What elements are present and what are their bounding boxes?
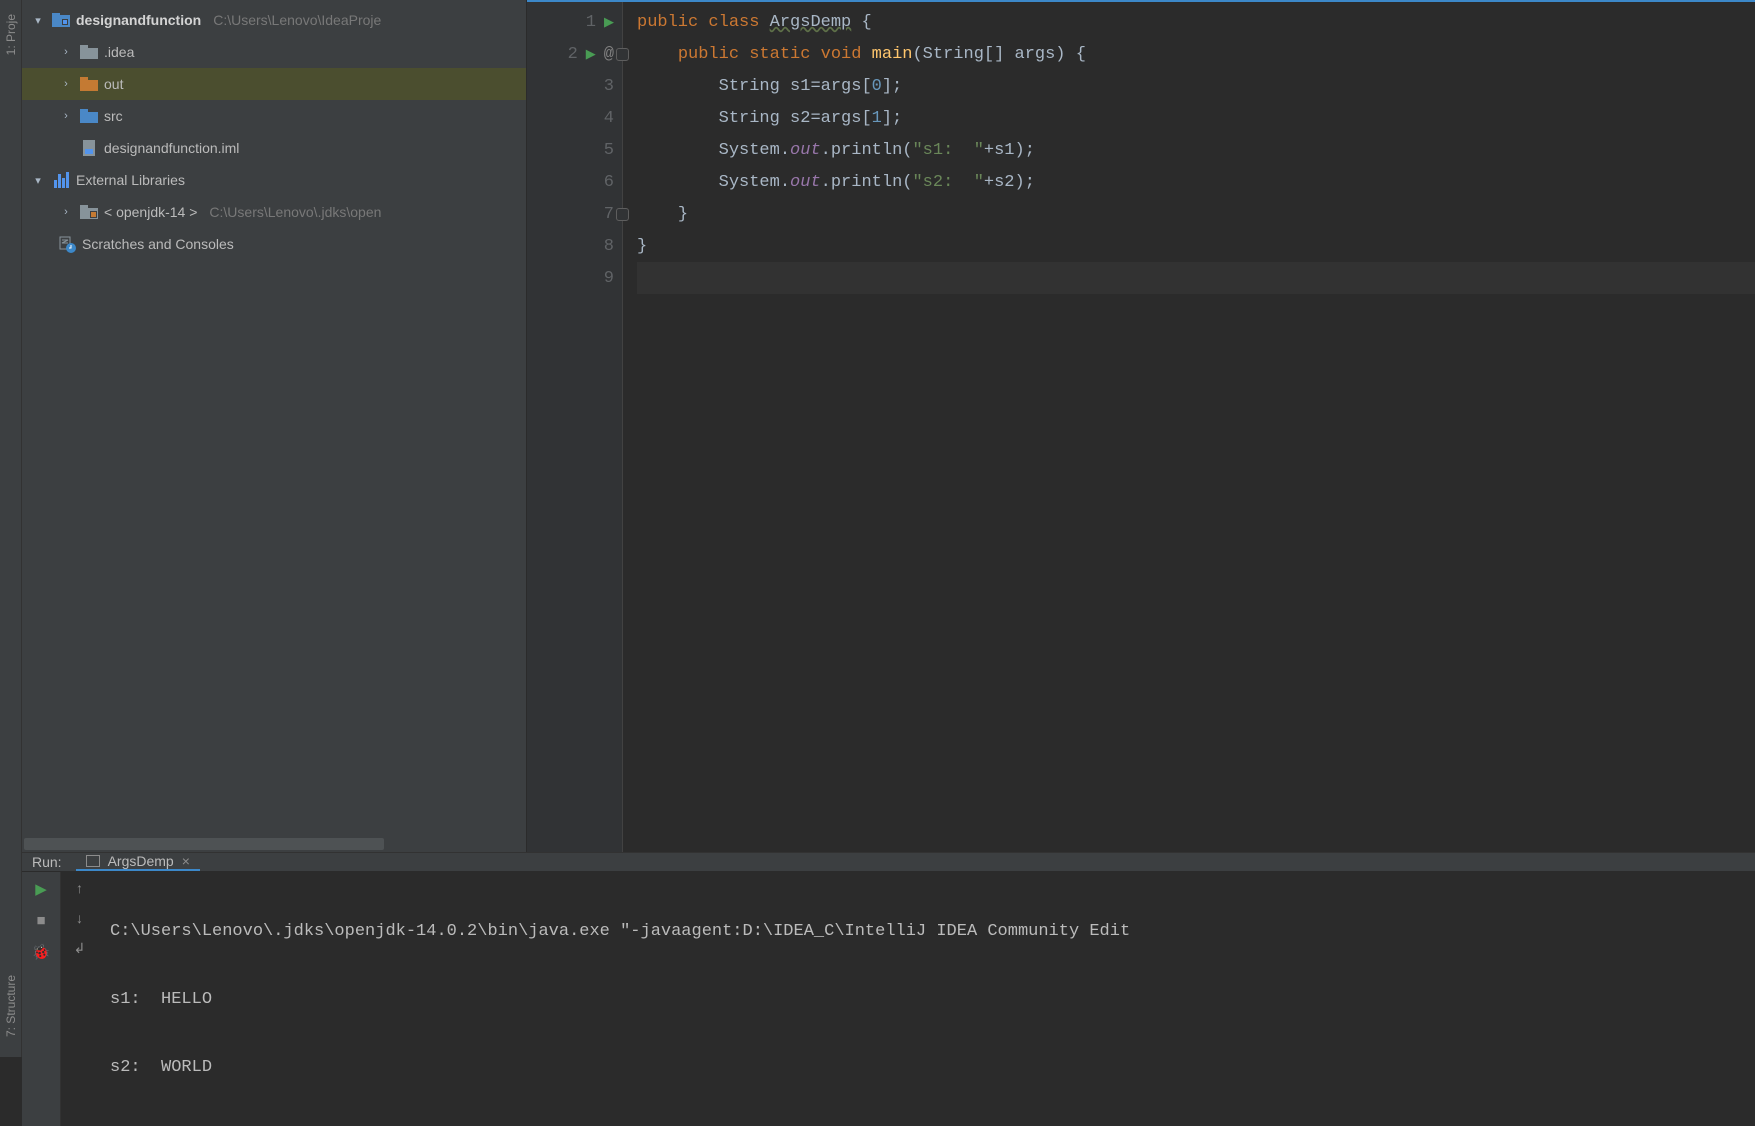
line-number: 7 (594, 205, 614, 224)
tree-jdk-path: C:\Users\Lenovo\.jdks\open (209, 204, 381, 220)
libraries-icon (52, 171, 70, 189)
chevron-down-icon[interactable]: ▾ (30, 174, 46, 187)
run-label: Run: (32, 854, 62, 870)
chevron-right-icon[interactable]: › (58, 206, 74, 218)
tree-jdk[interactable]: › < openjdk-14 > C:\Users\Lenovo\.jdks\o… (22, 196, 526, 228)
run-tab[interactable]: ArgsDemp × (76, 853, 200, 871)
run-header: Run: ArgsDemp × (22, 853, 1755, 872)
tree-item-idea[interactable]: › .idea (22, 36, 526, 68)
run-toolbar: ▶ ■ 🐞 (22, 872, 60, 1126)
chevron-right-icon[interactable]: › (58, 78, 74, 90)
module-folder-icon (52, 11, 70, 29)
current-line[interactable] (637, 262, 1755, 294)
down-stacktrace-icon[interactable]: ↓ (76, 910, 83, 926)
tree-item-iml[interactable]: designandfunction.iml (22, 132, 526, 164)
override-icon[interactable]: @ (604, 45, 614, 64)
editor-gutter[interactable]: 1 ▶ 2 ▶ @ 3 4 5 6 7 8 9 (527, 2, 623, 852)
fold-handle-icon[interactable] (616, 48, 629, 61)
run-config-icon (86, 855, 100, 867)
structure-tool-label[interactable]: 7: Structure (4, 975, 18, 1037)
run-gutter-icon[interactable]: ▶ (586, 47, 596, 62)
tree-jdk-label: < openjdk-14 > (104, 204, 197, 220)
chevron-right-icon[interactable]: › (58, 46, 74, 58)
iml-file-icon (80, 139, 98, 157)
run-tab-name: ArgsDemp (108, 853, 174, 869)
tree-item-out[interactable]: › out (22, 68, 526, 100)
folder-icon (80, 43, 98, 61)
line-number: 9 (594, 269, 614, 288)
console-line: C:\Users\Lenovo\.jdks\openjdk-14.0.2\bin… (110, 916, 1743, 946)
class-name: ArgsDemp (770, 13, 852, 32)
rerun-button[interactable]: ▶ (35, 880, 47, 898)
jdk-folder-icon (80, 203, 98, 221)
tree-item-label: designandfunction.iml (104, 140, 239, 156)
close-tab-icon[interactable]: × (182, 853, 190, 869)
debug-button[interactable]: 🐞 (32, 943, 51, 961)
code-area[interactable]: public class ArgsDemp { public static vo… (623, 2, 1755, 852)
tree-item-label: .idea (104, 44, 134, 60)
run-gutter-icon[interactable]: ▶ (604, 15, 614, 30)
code-editor[interactable]: 1 ▶ 2 ▶ @ 3 4 5 6 7 8 9 public class ArgsDe… (527, 0, 1755, 852)
chevron-right-icon[interactable]: › (58, 110, 74, 122)
folder-icon (80, 107, 98, 125)
tree-scratches[interactable]: Scratches and Consoles (22, 228, 526, 260)
line-number: 1 (576, 13, 596, 32)
horizontal-scrollbar[interactable] (24, 838, 384, 850)
stop-button[interactable]: ■ (36, 912, 45, 929)
tree-external-libraries[interactable]: ▾ External Libraries (22, 164, 526, 196)
tree-item-label: External Libraries (76, 172, 185, 188)
soft-wrap-icon[interactable]: ↲ (74, 940, 86, 957)
up-stacktrace-icon[interactable]: ↑ (76, 880, 83, 896)
chevron-down-icon[interactable]: ▾ (30, 14, 46, 27)
project-tool-label[interactable]: 1: Proje (4, 14, 18, 55)
line-number: 3 (594, 77, 614, 96)
console-toolbar: ↑ ↓ ↲ (60, 872, 98, 1126)
project-tree-panel[interactable]: ▾ designandfunction C:\Users\Lenovo\Idea… (22, 0, 527, 852)
tree-root[interactable]: ▾ designandfunction C:\Users\Lenovo\Idea… (22, 4, 526, 36)
console-line: s1: HELLO (110, 984, 1743, 1014)
line-number: 8 (594, 237, 614, 256)
folder-icon (80, 75, 98, 93)
left-tool-window-bar[interactable]: 1: Proje 7: Structure (0, 0, 22, 1057)
tree-item-label: Scratches and Consoles (82, 236, 234, 252)
scratches-icon (58, 235, 76, 253)
tree-root-name: designandfunction (76, 12, 201, 28)
line-number: 4 (594, 109, 614, 128)
method-name: main (872, 45, 913, 64)
run-tool-window[interactable]: Run: ArgsDemp × ▶ ■ 🐞 ↑ ↓ ↲ C:\Users\Len… (22, 852, 1755, 1057)
tree-item-label: src (104, 108, 123, 124)
fold-handle-icon[interactable] (616, 208, 629, 221)
console-output[interactable]: C:\Users\Lenovo\.jdks\openjdk-14.0.2\bin… (98, 872, 1755, 1126)
tree-item-src[interactable]: › src (22, 100, 526, 132)
line-number: 5 (594, 141, 614, 160)
tree-root-path: C:\Users\Lenovo\IdeaProje (213, 12, 381, 28)
line-number: 2 (558, 45, 578, 64)
line-number: 6 (594, 173, 614, 192)
tree-item-label: out (104, 76, 123, 92)
